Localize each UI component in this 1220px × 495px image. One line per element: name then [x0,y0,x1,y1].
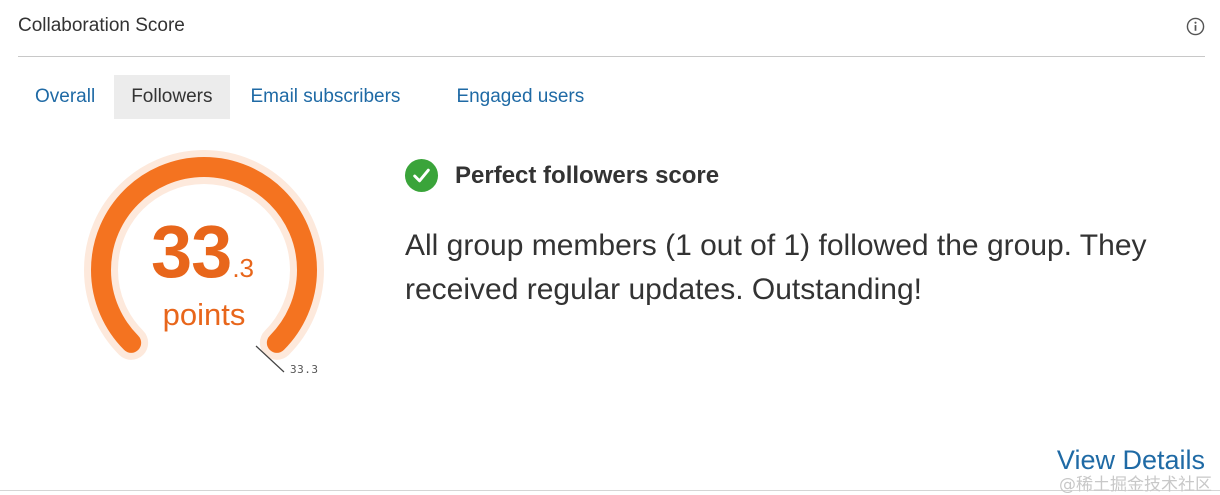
gauge-value: 33.3 [151,215,254,289]
gauge-unit: points [162,297,246,332]
divider [0,490,1220,491]
check-circle-icon [404,158,439,193]
gauge-value-decimal: .3 [232,253,254,283]
tab-email-subscribers[interactable]: Email subscribers [234,75,418,119]
tab-engaged-users[interactable]: Engaged users [439,75,601,119]
score-gauge: 33.3 points 33.3 [78,150,330,390]
gauge-value-integer: 33 [151,210,232,293]
collaboration-score-card: Collaboration Score Overall Followers Em… [0,0,1220,495]
watermark: @稀土掘金技术社区 [1059,475,1212,495]
card-header: Collaboration Score [18,0,1205,57]
gauge-tick-label: 33.3 [290,363,319,376]
card-title: Collaboration Score [18,15,185,36]
status-title: Perfect followers score [455,161,720,189]
score-tabs: Overall Followers Email subscribers Enga… [18,75,603,119]
tab-overall[interactable]: Overall [18,75,112,119]
tab-followers[interactable]: Followers [114,75,230,119]
score-message: All group members (1 out of 1) followed … [405,229,1147,306]
status-row: Perfect followers score [404,158,719,193]
info-icon[interactable] [1186,17,1205,36]
